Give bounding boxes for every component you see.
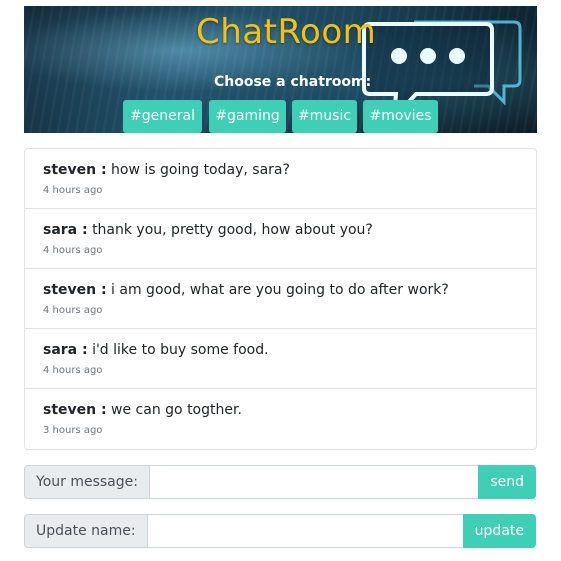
message-item: steven : i am good, what are you going t… [25, 269, 536, 329]
message-line: sara : i'd like to buy some food. [43, 342, 269, 358]
update-name-label: Update name: [24, 514, 148, 548]
room-button-music[interactable]: #music [292, 100, 357, 133]
update-button[interactable]: update [462, 514, 536, 548]
message-line: sara : thank you, pretty good, how about… [43, 222, 373, 238]
message-line: steven : we can go togther. [43, 402, 242, 418]
message-text: we can go togther. [111, 402, 242, 418]
update-name-input[interactable] [147, 514, 463, 548]
message-text: i'd like to buy some food. [92, 342, 269, 358]
message-item: sara : thank you, pretty good, how about… [25, 209, 536, 269]
message-time: 4 hours ago [43, 185, 103, 196]
message-time: 4 hours ago [43, 245, 103, 256]
send-button[interactable]: send [478, 465, 536, 499]
message-text: how is going today, sara? [111, 162, 290, 178]
message-text: thank you, pretty good, how about you? [92, 222, 373, 238]
message-user: steven : [43, 282, 107, 298]
message-line: steven : how is going today, sara? [43, 162, 290, 178]
message-time: 3 hours ago [43, 425, 103, 436]
message-time: 4 hours ago [43, 305, 103, 316]
message-user: steven : [43, 162, 107, 178]
message-item: steven : we can go togther. 3 hours ago [25, 389, 536, 448]
room-button-gaming[interactable]: #gaming [209, 100, 286, 133]
room-button-general[interactable]: #general [123, 100, 202, 133]
app-title: ChatRoom [196, 12, 377, 52]
message-label: Your message: [24, 465, 150, 499]
message-time: 4 hours ago [43, 365, 103, 376]
update-name-form: Update name: update [24, 514, 536, 548]
message-line: steven : i am good, what are you going t… [43, 282, 449, 298]
choose-chatroom-label: Choose a chatroom: [214, 74, 372, 90]
message-user: sara : [43, 342, 88, 358]
message-user: steven : [43, 402, 107, 418]
message-item: sara : i'd like to buy some food. 4 hour… [25, 329, 536, 389]
message-user: sara : [43, 222, 88, 238]
message-text: i am good, what are you going to do afte… [111, 282, 449, 298]
message-input[interactable] [149, 465, 479, 499]
room-button-movies[interactable]: #movies [363, 100, 438, 133]
message-form: Your message: send [24, 465, 536, 499]
message-list: steven : how is going today, sara? 4 hou… [24, 148, 537, 450]
header-banner: ChatRoom Choose a chatroom: #general #ga… [24, 6, 537, 133]
message-item: steven : how is going today, sara? 4 hou… [25, 149, 536, 209]
